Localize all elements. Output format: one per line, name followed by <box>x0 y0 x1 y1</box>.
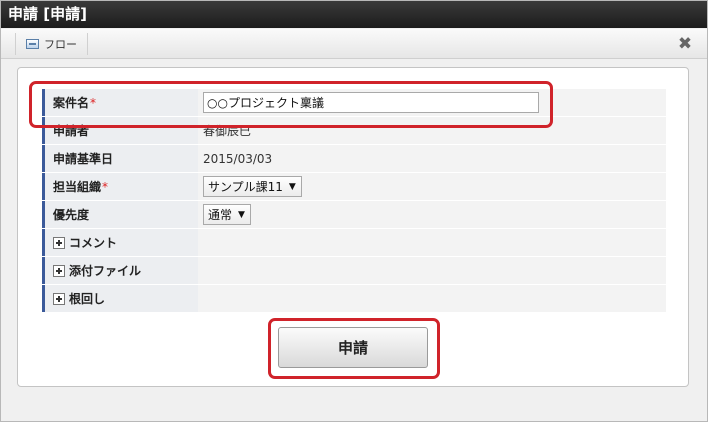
form-row-applicant: 申請者 春御辰巳 <box>42 117 666 144</box>
form-row-priority: 優先度 通常 ▼ <box>42 201 666 228</box>
comment-expander[interactable]: コメント <box>42 229 198 256</box>
application-form: 案件名* 申請者 春御辰巳 申請基準日 2015/03/03 担当組織* サンプ… <box>42 89 666 313</box>
field-label: 申請基準日 <box>42 145 198 172</box>
field-label: 申請者 <box>42 117 198 144</box>
section-comment: コメント <box>42 229 666 256</box>
flow-button[interactable]: フロー <box>15 33 88 55</box>
field-label: 案件名 * <box>42 89 198 116</box>
form-row-case-name: 案件名 * <box>42 89 666 116</box>
dropdown-arrow-icon: ▼ <box>288 181 296 192</box>
window-title: 申請 [申請] <box>1 1 707 28</box>
submit-button[interactable]: 申請 <box>278 327 428 368</box>
priority-select[interactable]: 通常 ▼ <box>203 204 251 225</box>
priority-selected: 通常 <box>208 208 233 222</box>
organization-select[interactable]: サンプル課11 ▼ <box>203 176 302 197</box>
applicant-value: 春御辰巳 <box>198 117 666 144</box>
attachments-expander[interactable]: 添付ファイル <box>42 257 198 284</box>
toolbar: フロー ✖ <box>1 29 707 59</box>
form-row-organization: 担当組織 * サンプル課11 ▼ <box>42 173 666 200</box>
section-nemawashi: 根回し <box>42 285 666 312</box>
flow-label: フロー <box>44 38 77 51</box>
case-name-input[interactable] <box>203 92 539 113</box>
field-label: 担当組織 * <box>42 173 198 200</box>
required-mark: * <box>102 179 109 194</box>
base-date-value: 2015/03/03 <box>198 145 666 172</box>
section-attachments: 添付ファイル <box>42 257 666 284</box>
expand-plus-icon <box>53 264 65 277</box>
expand-plus-icon <box>53 292 65 305</box>
required-mark: * <box>90 95 97 110</box>
field-label: 優先度 <box>42 201 198 228</box>
organization-selected: サンプル課11 <box>208 180 283 194</box>
nemawashi-expander[interactable]: 根回し <box>42 285 198 312</box>
expand-plus-icon <box>53 236 65 249</box>
form-row-base-date: 申請基準日 2015/03/03 <box>42 145 666 172</box>
dropdown-arrow-icon: ▼ <box>238 209 245 220</box>
close-icon[interactable]: ✖ <box>675 33 695 55</box>
flow-icon <box>26 39 39 49</box>
